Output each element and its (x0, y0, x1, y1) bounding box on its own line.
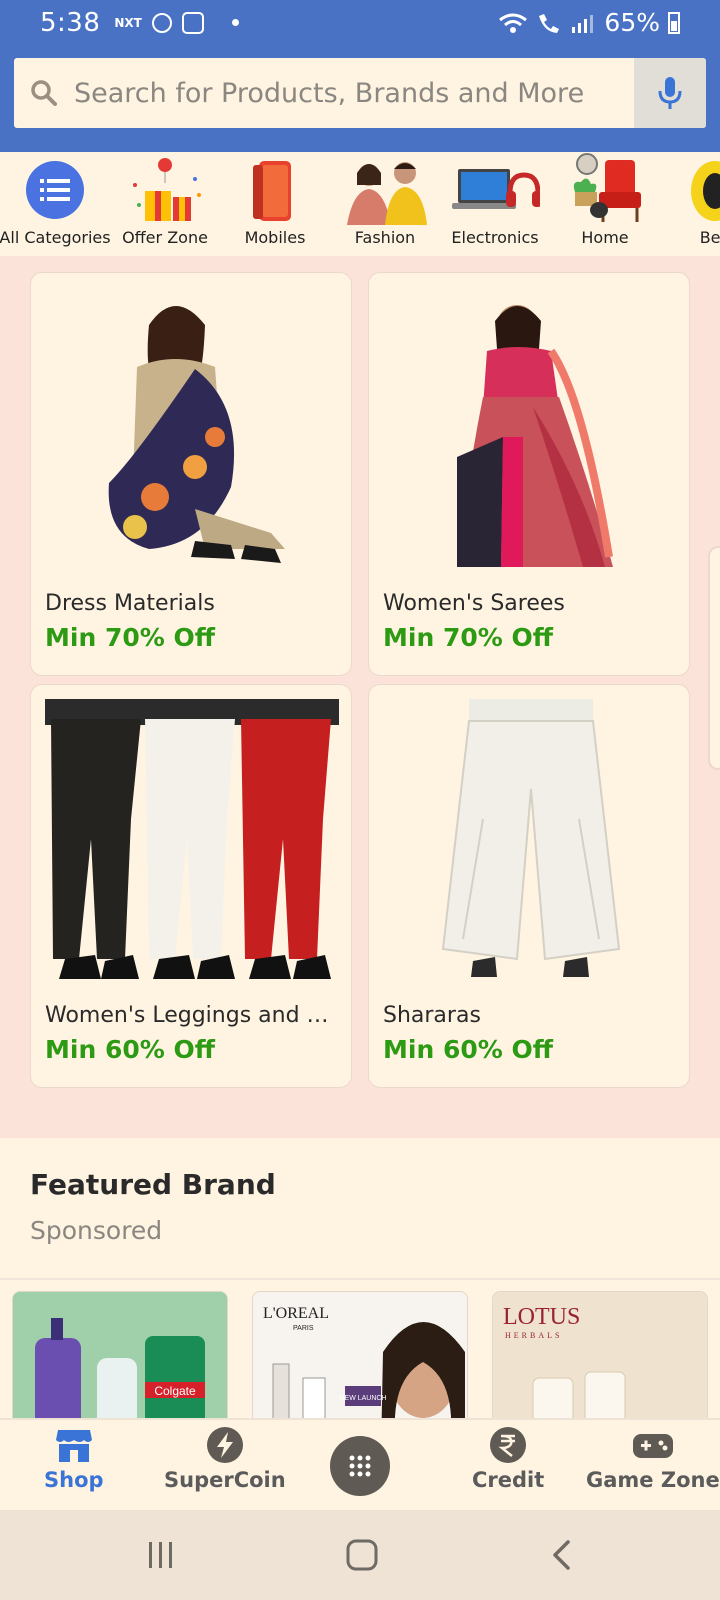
search-icon (14, 78, 74, 108)
status-time: 5:38 (40, 7, 101, 38)
category-label: All Categories (0, 228, 111, 247)
brand-logo-sub: HERBALS (505, 1331, 562, 1340)
nav-credit[interactable]: Credit (472, 1426, 544, 1492)
brand-logo-text: Colgate (154, 1384, 196, 1398)
fashion-icon (347, 162, 427, 225)
category-home[interactable]: Home (550, 152, 660, 256)
microphone-icon (658, 77, 682, 109)
product-offer: Min 70% Off (45, 623, 215, 652)
nav-supercoin[interactable]: SuperCoin (164, 1426, 286, 1492)
gift-icon (133, 158, 201, 221)
category-label: Home (581, 228, 629, 247)
nav-label: Credit (472, 1468, 545, 1492)
bottom-navigation: Shop SuperCoin Credit Game Zone (0, 1418, 720, 1510)
product-offer: Min 60% Off (45, 1035, 215, 1064)
category-electronics[interactable]: Electronics (440, 152, 550, 256)
list-icon (26, 161, 84, 219)
featured-brand-section: Featured Brand Sponsored Colgate L'OREAL… (0, 1138, 720, 1451)
product-title: Dress Materials (45, 591, 215, 616)
carrier-tag: NXT (114, 15, 142, 30)
supercoin-icon (206, 1427, 243, 1463)
product-grid: Dress Materials Min 70% Off Women's Sare… (0, 256, 720, 1132)
brand-badge: NEW LAUNCH (339, 1395, 386, 1402)
product-card-shararas[interactable]: Shararas Min 60% Off (368, 684, 690, 1088)
category-label: Bea (699, 228, 720, 247)
beauty-icon (691, 161, 720, 221)
product-card-womens-leggings[interactable]: Women's Leggings and Chu... Min 60% Off (30, 684, 352, 1088)
category-all-categories[interactable]: All Categories (0, 152, 111, 256)
status-notification-icons: NXT (114, 11, 239, 34)
phone-icon (253, 161, 291, 221)
product-card-womens-sarees[interactable]: Women's Sarees Min 70% Off (368, 272, 690, 676)
divider (0, 1278, 720, 1280)
product-card-dress-materials[interactable]: Dress Materials Min 70% Off (30, 272, 352, 676)
chair-icon (573, 153, 641, 222)
brand-logo-sub: PARIS (293, 1325, 314, 1332)
nav-shop[interactable]: Shop (44, 1426, 104, 1492)
laptop-icon (452, 169, 540, 209)
call-signal-icon (539, 13, 560, 33)
app-header: Search for Products, Brands and More (0, 45, 720, 152)
product-image (457, 305, 613, 567)
product-offer: Min 70% Off (383, 623, 553, 652)
brand-logo-text: L'OREAL (263, 1305, 329, 1322)
product-image (108, 306, 285, 563)
battery-percent: 65% (604, 8, 660, 37)
recent-apps-button[interactable] (146, 1540, 176, 1570)
product-title: Women's Sarees (383, 591, 565, 616)
cell-signal-icon (572, 14, 594, 33)
category-offer-zone[interactable]: Offer Zone (110, 152, 220, 256)
category-label: Offer Zone (122, 228, 208, 247)
product-offer: Min 60% Off (383, 1035, 553, 1064)
category-mobiles[interactable]: Mobiles (220, 152, 330, 256)
back-button[interactable] (550, 1540, 572, 1570)
section-subtitle: Sponsored (30, 1216, 163, 1245)
status-bar: 5:38 NXT 65% (0, 0, 720, 45)
next-card-peek[interactable] (708, 546, 720, 770)
category-fashion[interactable]: Fashion (330, 152, 440, 256)
gamepad-icon (632, 1434, 673, 1458)
grid-dots-icon (349, 1455, 371, 1477)
home-button[interactable] (345, 1538, 379, 1572)
more-notifications-icon (231, 19, 239, 26)
section-title: Featured Brand (30, 1168, 276, 1201)
search-bar[interactable]: Search for Products, Brands and More (14, 58, 706, 128)
brand-logo-text: LOTUS (503, 1304, 580, 1330)
system-navigation-bar (0, 1510, 720, 1600)
search-input[interactable]: Search for Products, Brands and More (74, 78, 634, 109)
product-title: Women's Leggings and Chu... (45, 1003, 341, 1028)
category-label: Mobiles (244, 228, 306, 247)
product-image (45, 699, 339, 979)
menu-grid-button[interactable] (330, 1436, 390, 1496)
category-beauty[interactable]: Bea (660, 152, 720, 256)
app-notification-icon (181, 11, 204, 34)
rupee-icon (490, 1427, 527, 1463)
battery-icon (668, 11, 680, 34)
nav-label: SuperCoin (164, 1468, 286, 1492)
voice-search-button[interactable] (634, 58, 706, 128)
product-image (441, 699, 621, 977)
nav-game-zone[interactable]: Game Zone (586, 1426, 720, 1492)
category-label: Electronics (451, 228, 539, 247)
nav-label: Shop (44, 1468, 104, 1492)
nav-label: Game Zone (586, 1468, 720, 1492)
category-strip: All Categories Offer Zone Mobiles Fashio… (0, 152, 720, 256)
product-title: Shararas (383, 1003, 481, 1028)
category-label: Fashion (354, 228, 416, 247)
wifi-icon (499, 13, 528, 33)
sync-icon (151, 12, 172, 33)
shop-icon (55, 1430, 92, 1462)
